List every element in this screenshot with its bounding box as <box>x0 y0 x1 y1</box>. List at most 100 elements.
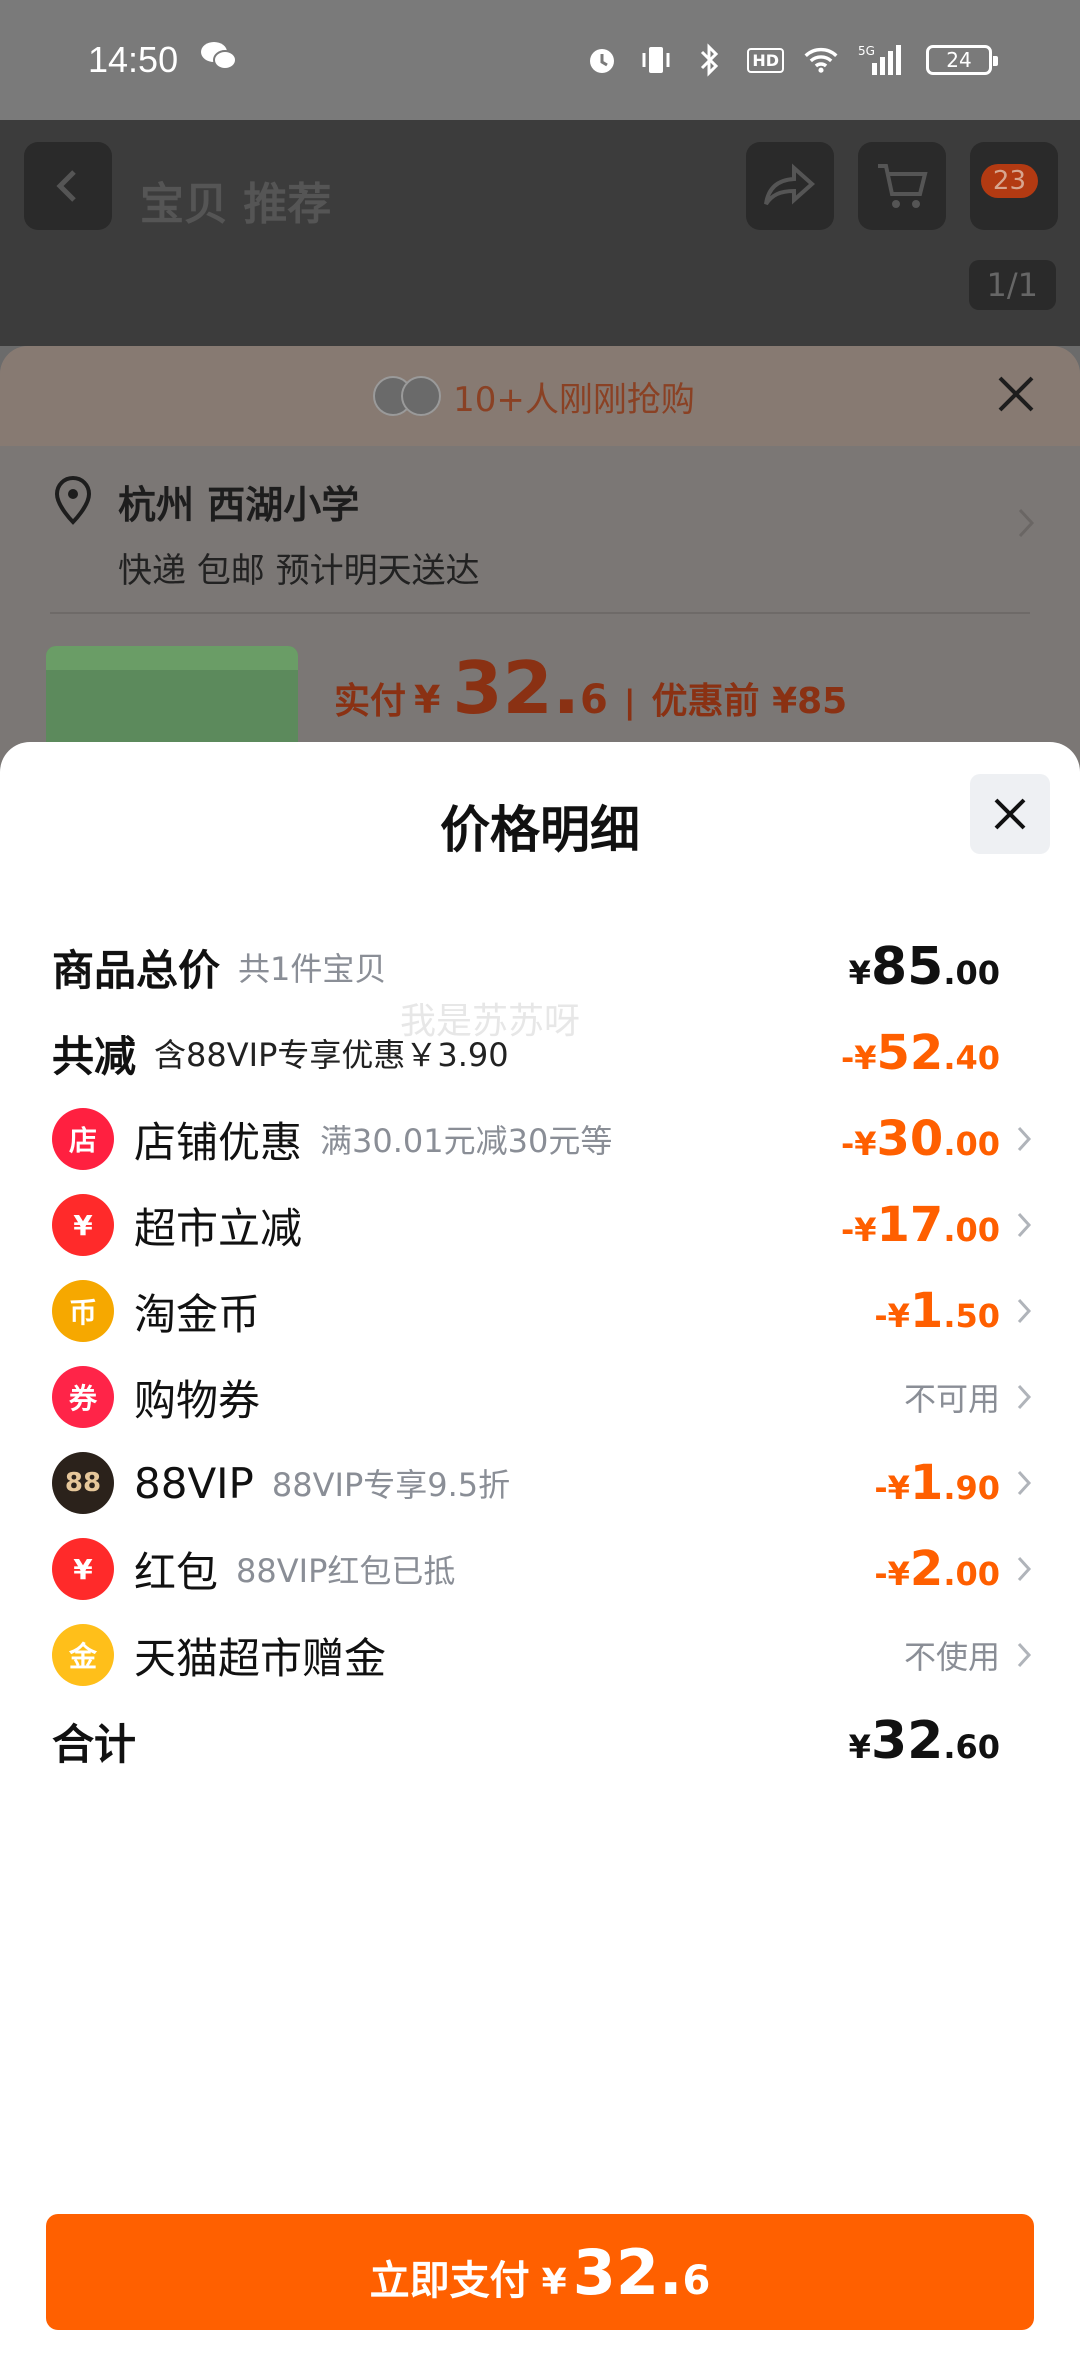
goods-total-amount: ¥ 85 .00 <box>849 937 1000 997</box>
currency-symbol: -¥ <box>874 1469 910 1507</box>
amount-int: 1 <box>909 1455 944 1511</box>
pay-amount-int: 32. <box>452 646 581 730</box>
pay-now-button[interactable]: 立即支付 ¥ 32. 6 <box>46 2214 1034 2330</box>
close-icon <box>994 798 1026 830</box>
amount-int: 85 <box>870 937 944 997</box>
pay-separator: | <box>623 683 636 721</box>
discount-label: 天猫超市赠金 <box>134 1633 387 1683</box>
chevron-right-icon <box>1008 1641 1040 1669</box>
currency-symbol: -¥ <box>874 1555 910 1593</box>
amount-int: 32. <box>572 2236 683 2309</box>
amount-dec: .00 <box>943 1211 1000 1249</box>
total-discount-label: 共减 <box>52 1031 137 1081</box>
share-button[interactable] <box>746 142 834 230</box>
amount-dec: .60 <box>943 1728 1000 1766</box>
currency-symbol: ¥ <box>848 954 871 992</box>
amount-int: 2 <box>909 1541 944 1597</box>
goods-count-note: 共1件宝贝 <box>238 950 387 988</box>
chevron-right-icon <box>1008 1555 1040 1583</box>
status-bar: 14:50 HD 5G 24 <box>0 0 1080 120</box>
amount-dec: .90 <box>943 1469 1000 1507</box>
discount-row-88vip[interactable]: 88 88VIP 88VIP专享9.5折 -¥ 1 .90 <box>52 1438 1040 1528</box>
chevron-right-icon <box>1008 1383 1040 1411</box>
amount-dec: .00 <box>943 1555 1000 1593</box>
nav-title: 宝贝 推荐 <box>140 179 332 230</box>
chevron-right-icon <box>1008 1469 1040 1497</box>
discount-note: 88VIP红包已抵 <box>236 1552 456 1590</box>
message-badge: 23 <box>980 164 1038 198</box>
image-counter: 1/1 <box>968 260 1056 310</box>
gift-money-status: 不使用 <box>903 1638 1000 1676</box>
discount-row-supermarket[interactable]: ¥ 超市立减 -¥ 17 .00 <box>52 1180 1040 1270</box>
discount-row-voucher[interactable]: 券 购物券 不可用 <box>52 1352 1040 1442</box>
divider <box>50 612 1030 614</box>
discount-note: 满30.01元减30元等 <box>320 1122 613 1160</box>
amount-int: 32 <box>870 1711 944 1771</box>
discount-row-shop[interactable]: 店 店铺优惠 满30.01元减30元等 -¥ 30 .00 <box>52 1094 1040 1184</box>
cart-icon <box>878 164 928 208</box>
discount-label: 店铺优惠 <box>134 1117 303 1167</box>
discount-row-coins[interactable]: 币 淘金币 -¥ 1 .50 <box>52 1266 1040 1356</box>
order-banner: 10+人刚刚抢购 <box>0 346 1080 446</box>
back-button[interactable] <box>24 142 112 230</box>
signal-icon: 5G <box>858 43 906 77</box>
chevron-right-icon <box>1008 1125 1040 1153</box>
wifi-icon <box>804 43 838 77</box>
currency-symbol: ¥ <box>541 2262 567 2303</box>
discount-amount: -¥ 17 .00 <box>841 1197 1000 1253</box>
discount-row-gift-money[interactable]: 金 天猫超市赠金 不使用 <box>52 1610 1040 1700</box>
amount-int: 17 <box>876 1197 944 1253</box>
amount-dec: .00 <box>943 954 1000 992</box>
vip88-icon: 88 <box>52 1452 114 1514</box>
message-button[interactable]: 23 <box>970 142 1058 230</box>
order-sheet: 10+人刚刚抢购 杭州 西湖小学 快递 包邮 预计明天送达 实付 ¥ 32. 6… <box>0 346 1080 766</box>
discount-row-red-packet[interactable]: ¥ 红包 88VIP红包已抵 -¥ 2 .00 <box>52 1524 1040 1614</box>
discount-amount: -¥ 1 .90 <box>874 1455 1000 1511</box>
watermark: 我是苏苏呀 <box>400 1001 581 1042</box>
sheet-title: 价格明细 <box>440 801 640 859</box>
delivery-info: 快递 包邮 预计明天送达 <box>118 551 480 591</box>
chevron-right-icon <box>1008 1211 1040 1239</box>
share-icon <box>764 163 816 206</box>
buyer-avatars <box>373 376 442 416</box>
cart-button[interactable] <box>858 142 946 230</box>
gift-money-icon: 金 <box>52 1624 114 1686</box>
pay-now-label: 立即支付 <box>369 2258 530 2304</box>
wechat-icon <box>200 40 238 80</box>
order-close-button[interactable] <box>992 370 1040 422</box>
chevron-left-icon <box>56 170 76 202</box>
close-icon <box>998 376 1034 412</box>
bluetooth-icon <box>693 43 727 77</box>
pay-amount-dec: 6 <box>580 677 608 723</box>
chevron-right-icon <box>1016 506 1036 544</box>
yuan-coupon-icon: ¥ <box>52 1194 114 1256</box>
avatar <box>401 376 442 416</box>
discount-label: 88VIP <box>134 1458 254 1508</box>
vibrate-icon <box>639 43 673 77</box>
currency-symbol: -¥ <box>840 1211 877 1249</box>
battery-indicator: 24 <box>926 45 998 75</box>
sheet-close-button[interactable] <box>970 774 1050 854</box>
discount-label: 购物券 <box>134 1375 261 1425</box>
product-top-nav: 宝贝 推荐 23 1/1 <box>0 120 1080 346</box>
amount-dec: .50 <box>943 1297 1000 1335</box>
original-price: 优惠前 ¥85 <box>651 681 848 722</box>
currency-symbol: -¥ <box>874 1297 910 1335</box>
shop-icon: 店 <box>52 1108 114 1170</box>
discount-amount: -¥ 30 .00 <box>841 1111 1000 1167</box>
address-section[interactable]: 杭州 西湖小学 快递 包邮 预计明天送达 <box>50 474 480 592</box>
amount-dec: .00 <box>943 1125 1000 1163</box>
svg-text:5G: 5G <box>858 44 875 58</box>
price-detail-sheet: 价格明细 商品总价 共1件宝贝 ¥ 85 .00 共减 含88VIP专享优惠￥3… <box>0 742 1080 2376</box>
discount-label: 超市立减 <box>134 1203 303 1253</box>
pay-summary: 实付 ¥ 32. 6 | 优惠前 ¥85 <box>334 646 847 730</box>
discount-amount: -¥ 1 .50 <box>874 1283 1000 1339</box>
currency-symbol: ¥ <box>848 1728 871 1766</box>
discount-label: 淘金币 <box>134 1289 261 1339</box>
total-discount-amount: -¥ 52 .40 <box>841 1025 1000 1081</box>
voucher-status: 不可用 <box>903 1380 1000 1418</box>
ticket-icon: 券 <box>52 1366 114 1428</box>
sum-row: 合计 ¥ 32 .60 <box>52 1696 1040 1786</box>
pay-currency: ¥ <box>414 678 441 722</box>
status-time: 14:50 <box>88 39 179 80</box>
